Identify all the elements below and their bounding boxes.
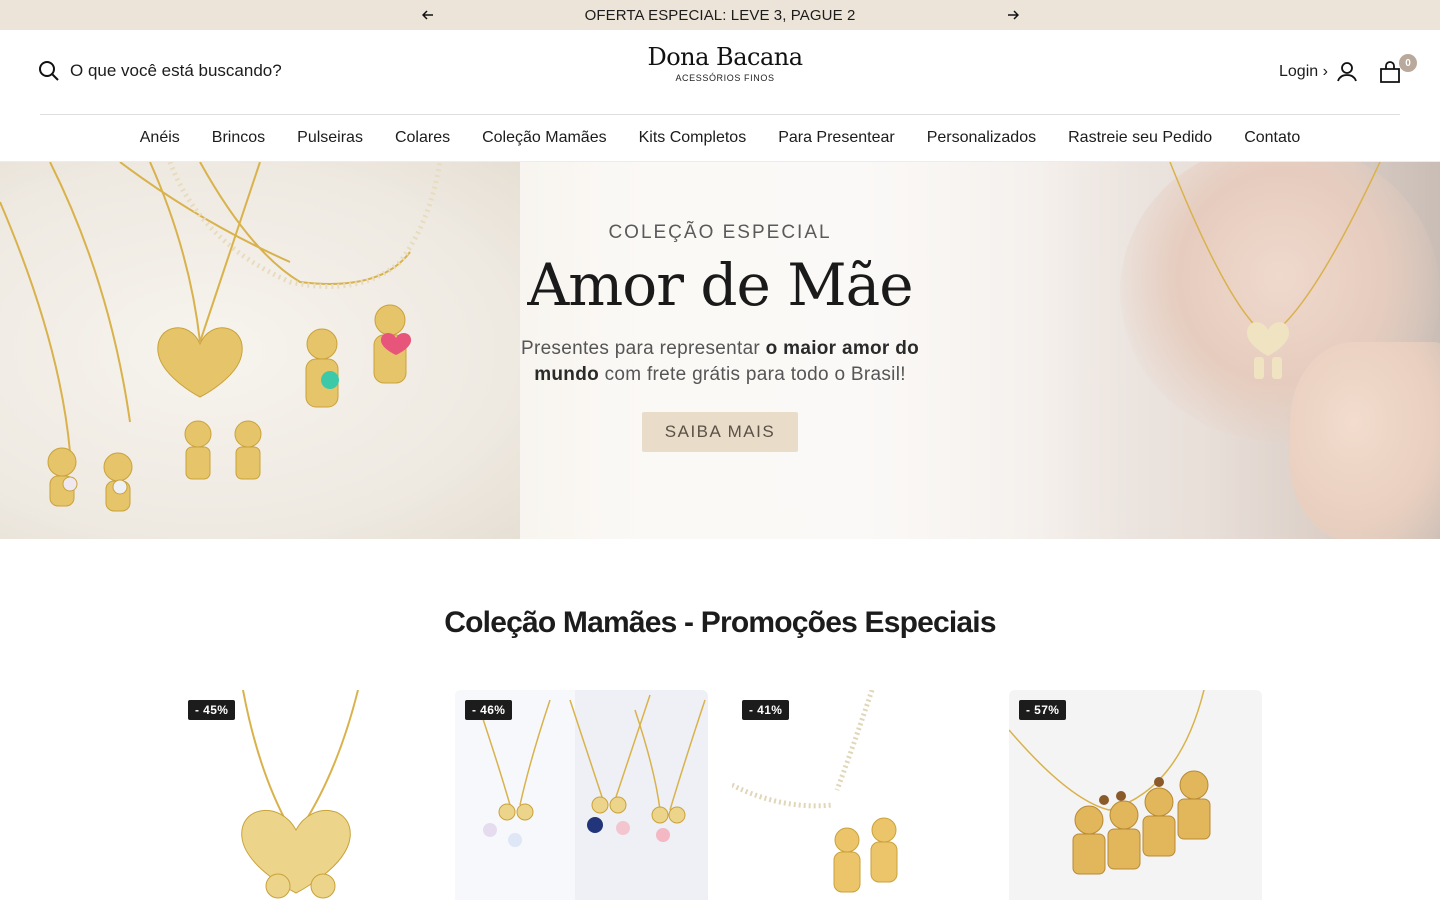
- hero-subtitle-text-2: com frete grátis para todo o Brasil!: [599, 364, 906, 385]
- hero-subtitle-bold-1: o maior amor do: [765, 338, 920, 359]
- search-placeholder: O que você está buscando?: [70, 61, 282, 80]
- cart-count-badge: 0: [1399, 54, 1417, 72]
- discount-badge: - 45%: [188, 700, 236, 720]
- product-image: [455, 690, 708, 900]
- hero-subtitle: Presentes para representar o maior amor …: [460, 336, 980, 388]
- discount-badge: - 46%: [465, 700, 513, 720]
- section-title: Coleção Mamães - Promoções Especiais: [444, 606, 996, 639]
- hero-eyebrow: COLEÇÃO ESPECIAL: [608, 222, 832, 243]
- site-header: O que você está buscando? Dona Bacana AC…: [0, 30, 1440, 114]
- logo[interactable]: Dona Bacana ACESSÓRIOS FINOS: [620, 42, 830, 83]
- product-grid: - 45% - 46% - 41% - 57%: [178, 690, 1262, 900]
- nav-item-pulseiras[interactable]: Pulseiras: [297, 129, 363, 147]
- product-image: [732, 690, 985, 900]
- logo-tagline: ACESSÓRIOS FINOS: [675, 73, 775, 83]
- next-arrow-icon[interactable]: [1005, 7, 1021, 23]
- login-link[interactable]: Login ›: [1279, 63, 1328, 81]
- hero-subtitle-bold-2: mundo: [534, 364, 600, 385]
- nav-item-contato[interactable]: Contato: [1244, 129, 1300, 147]
- user-icon[interactable]: [1336, 61, 1358, 83]
- hero-necklaces-illustration: [0, 162, 443, 512]
- hero-subtitle-text-1: Presentes para representar: [520, 338, 766, 359]
- logo-name: Dona Bacana: [647, 43, 803, 71]
- announcement-text: OFERTA ESPECIAL: LEVE 3, PAGUE 2: [584, 6, 856, 24]
- nav-item-brincos[interactable]: Brincos: [212, 129, 265, 147]
- product-card[interactable]: - 41%: [732, 690, 985, 900]
- product-image: [1009, 690, 1262, 900]
- main-navigation: Anéis Brincos Pulseiras Colares Coleção …: [0, 115, 1440, 161]
- nav-item-para-presentear[interactable]: Para Presentear: [778, 129, 895, 147]
- product-card[interactable]: - 45%: [178, 690, 431, 900]
- previous-arrow-icon[interactable]: [420, 7, 436, 23]
- product-image: [178, 690, 431, 900]
- hero-title: Amor de Mãe: [527, 251, 913, 319]
- announcement-bar: OFERTA ESPECIAL: LEVE 3, PAGUE 2: [0, 0, 1440, 30]
- nav-item-rastreie-pedido[interactable]: Rastreie seu Pedido: [1068, 129, 1212, 147]
- search-trigger[interactable]: O que você está buscando?: [38, 60, 282, 82]
- product-card[interactable]: - 57%: [1009, 690, 1262, 900]
- discount-badge: - 41%: [742, 700, 790, 720]
- discount-badge: - 57%: [1019, 700, 1067, 720]
- nav-item-personalizados[interactable]: Personalizados: [927, 129, 1036, 147]
- hero-content: COLEÇÃO ESPECIAL Amor de Mãe Presentes p…: [460, 222, 980, 452]
- nav-item-kits-completos[interactable]: Kits Completos: [639, 129, 747, 147]
- search-icon: [38, 60, 60, 82]
- hero-model-necklace: [1169, 162, 1381, 379]
- nav-item-aneis[interactable]: Anéis: [140, 129, 180, 147]
- saiba-mais-button[interactable]: SAIBA MAIS: [642, 412, 798, 452]
- nav-item-colares[interactable]: Colares: [395, 129, 450, 147]
- product-card[interactable]: - 46%: [455, 690, 708, 900]
- nav-item-colecao-mamaes[interactable]: Coleção Mamães: [482, 129, 607, 147]
- hero-banner[interactable]: COLEÇÃO ESPECIAL Amor de Mãe Presentes p…: [0, 162, 1440, 539]
